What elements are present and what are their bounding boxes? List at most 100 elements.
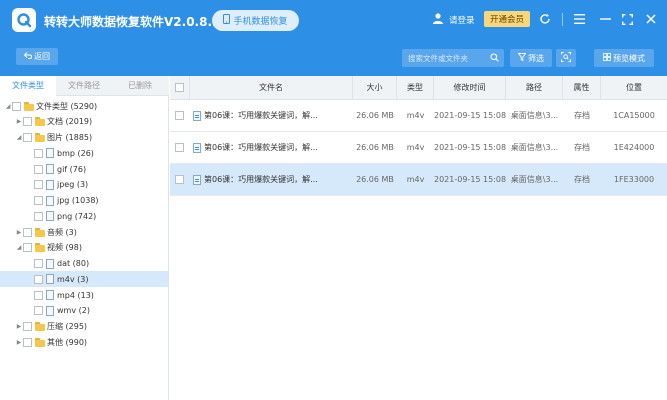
tab-deleted[interactable]: 已删除 bbox=[112, 76, 168, 96]
select-all-checkbox[interactable] bbox=[175, 83, 184, 92]
tree-checkbox[interactable] bbox=[34, 259, 43, 268]
login-link[interactable]: 请登录 bbox=[449, 14, 475, 26]
tree-checkbox[interactable] bbox=[23, 243, 32, 253]
tree-item-label: jpg (1038) bbox=[57, 196, 99, 205]
tree-item[interactable]: mp4 (13) bbox=[0, 287, 168, 303]
title-separator bbox=[562, 13, 563, 26]
app-title: 转转大师数据恢复软件V2.0.8.9 bbox=[44, 15, 221, 29]
collapse-arrow-icon[interactable]: ◢ bbox=[15, 134, 23, 142]
close-icon[interactable] bbox=[644, 12, 658, 26]
file-icon bbox=[46, 258, 54, 269]
tree-item[interactable]: bmp (26) bbox=[0, 145, 168, 161]
cell-filename: 第06课：巧用爆款关键词，解... bbox=[190, 100, 353, 132]
table-row[interactable]: 第06课：巧用爆款关键词，解... 26.06 MB m4v 2021-09-15 1… bbox=[170, 100, 667, 132]
user-icon[interactable] bbox=[432, 12, 444, 26]
expand-arrow-icon[interactable]: ▶ bbox=[15, 323, 23, 331]
cell-size: 26.06 MB bbox=[356, 143, 394, 152]
col-filename[interactable]: 文件名 bbox=[190, 76, 353, 100]
tree-item[interactable]: ▶ 压缩 (295) bbox=[0, 319, 168, 335]
col-location[interactable]: 位置 bbox=[601, 76, 667, 100]
folder-icon bbox=[35, 227, 45, 237]
tree-item-label: 其他 (990) bbox=[47, 337, 88, 347]
tree-item[interactable]: ▶ 文档 (2019) bbox=[0, 114, 168, 130]
cell-modified: 2021-09-15 15:08:52 bbox=[434, 143, 506, 152]
expand-arrow-icon[interactable]: ▶ bbox=[15, 118, 23, 126]
tree-checkbox[interactable] bbox=[23, 117, 32, 127]
tab-file-type[interactable]: 文件类型 bbox=[0, 76, 56, 96]
col-type[interactable]: 类型 bbox=[397, 76, 434, 100]
tree-checkbox[interactable] bbox=[12, 101, 21, 111]
phone-recovery-button[interactable]: 手机数据恢复 bbox=[212, 10, 299, 31]
preview-mode-button[interactable]: 预览模式 bbox=[594, 49, 654, 67]
tree-checkbox[interactable] bbox=[23, 337, 32, 347]
expand-arrow-icon[interactable]: ▶ bbox=[15, 228, 23, 236]
file-icon bbox=[46, 179, 54, 190]
tree-checkbox[interactable] bbox=[34, 196, 43, 205]
menu-icon[interactable] bbox=[572, 12, 586, 26]
search-placeholder: 搜索文件或文件夹 bbox=[408, 53, 468, 63]
back-button[interactable]: 返回 bbox=[16, 48, 58, 65]
scan-search-button[interactable] bbox=[556, 49, 576, 67]
tree-item[interactable]: ◢ 文件类型 (5290) bbox=[0, 98, 168, 114]
left-pane: 文件类型 文件路径 已删除 ◢ 文件类型 (5290) ▶ 文档 (2019) ◢ 图片 … bbox=[0, 76, 169, 400]
row-checkbox[interactable] bbox=[175, 143, 184, 152]
tree-checkbox[interactable] bbox=[23, 133, 32, 142]
search-icon[interactable] bbox=[490, 53, 499, 64]
folder-icon bbox=[35, 133, 45, 142]
file-icon bbox=[46, 305, 54, 316]
tree-item[interactable]: ◢ 视频 (98) bbox=[0, 240, 168, 256]
collapse-arrow-icon[interactable]: ◢ bbox=[15, 244, 23, 252]
col-attr[interactable]: 属性 bbox=[563, 76, 601, 100]
tree-checkbox[interactable] bbox=[34, 180, 43, 190]
search-input[interactable]: 搜索文件或文件夹 bbox=[402, 49, 504, 67]
tree-checkbox[interactable] bbox=[34, 306, 43, 316]
tab-file-path[interactable]: 文件路径 bbox=[56, 76, 112, 96]
minimize-icon[interactable] bbox=[598, 12, 612, 26]
file-icon bbox=[46, 274, 54, 285]
tree-item-label: jpeg (3) bbox=[57, 180, 89, 190]
back-label: 返回 bbox=[34, 52, 50, 61]
tree-item[interactable]: wmv (2) bbox=[0, 303, 168, 319]
col-size[interactable]: 大小 bbox=[353, 76, 397, 100]
tree-item[interactable]: dat (80) bbox=[0, 256, 168, 272]
row-checkbox[interactable] bbox=[175, 175, 184, 184]
folder-icon bbox=[24, 101, 34, 111]
tree-item[interactable]: ▶ 音频 (3) bbox=[0, 224, 168, 240]
tree-item-label: 压缩 (295) bbox=[47, 322, 88, 331]
col-modified[interactable]: 修改时间 bbox=[434, 76, 506, 100]
collapse-arrow-icon[interactable]: ◢ bbox=[4, 102, 12, 110]
update-icon[interactable] bbox=[538, 12, 552, 26]
tree-item[interactable]: gif (76) bbox=[0, 161, 168, 177]
cell-location: 1CA15000 bbox=[613, 111, 655, 120]
tree-item-label: 视频 (98) bbox=[47, 243, 82, 253]
maximize-icon[interactable] bbox=[620, 12, 634, 26]
tree-item[interactable]: jpeg (3) bbox=[0, 177, 168, 193]
tree-item[interactable]: jpg (1038) bbox=[0, 193, 168, 209]
app-logo bbox=[12, 8, 36, 32]
col-path[interactable]: 路径 bbox=[506, 76, 563, 100]
tree-item[interactable]: png (742) bbox=[0, 208, 168, 224]
tree-checkbox[interactable] bbox=[34, 148, 43, 158]
phone-recovery-label: 手机数据恢复 bbox=[233, 17, 288, 27]
tree-checkbox[interactable] bbox=[34, 274, 43, 284]
tree-item[interactable]: m4v (3) bbox=[0, 271, 168, 288]
vip-button[interactable]: 开通会员 bbox=[484, 11, 530, 27]
expand-arrow-icon[interactable]: ▶ bbox=[15, 338, 23, 346]
tree-checkbox[interactable] bbox=[34, 290, 43, 300]
tree-checkbox[interactable] bbox=[23, 227, 32, 237]
tree-item[interactable]: ▶ 其他 (990) bbox=[0, 334, 168, 350]
filter-button[interactable]: 筛选 bbox=[510, 49, 552, 67]
cell-filename: 第06课：巧用爆款关键词，解... bbox=[190, 132, 353, 164]
cell-size: 26.06 MB bbox=[356, 111, 394, 120]
tree-item[interactable]: ◢ 图片 (1885) bbox=[0, 130, 168, 146]
row-checkbox[interactable] bbox=[175, 111, 184, 120]
tree-checkbox[interactable] bbox=[23, 322, 32, 331]
table-row[interactable]: 第06课：巧用爆款关键词，解... 26.06 MB m4v 2021-09-15 1… bbox=[170, 164, 667, 196]
video-file-icon bbox=[193, 111, 201, 121]
tree-checkbox[interactable] bbox=[34, 211, 43, 221]
table-row[interactable]: 第06课：巧用爆款关键词，解... 26.06 MB m4v 2021-09-15 1… bbox=[170, 132, 667, 164]
tree-checkbox[interactable] bbox=[34, 164, 43, 174]
